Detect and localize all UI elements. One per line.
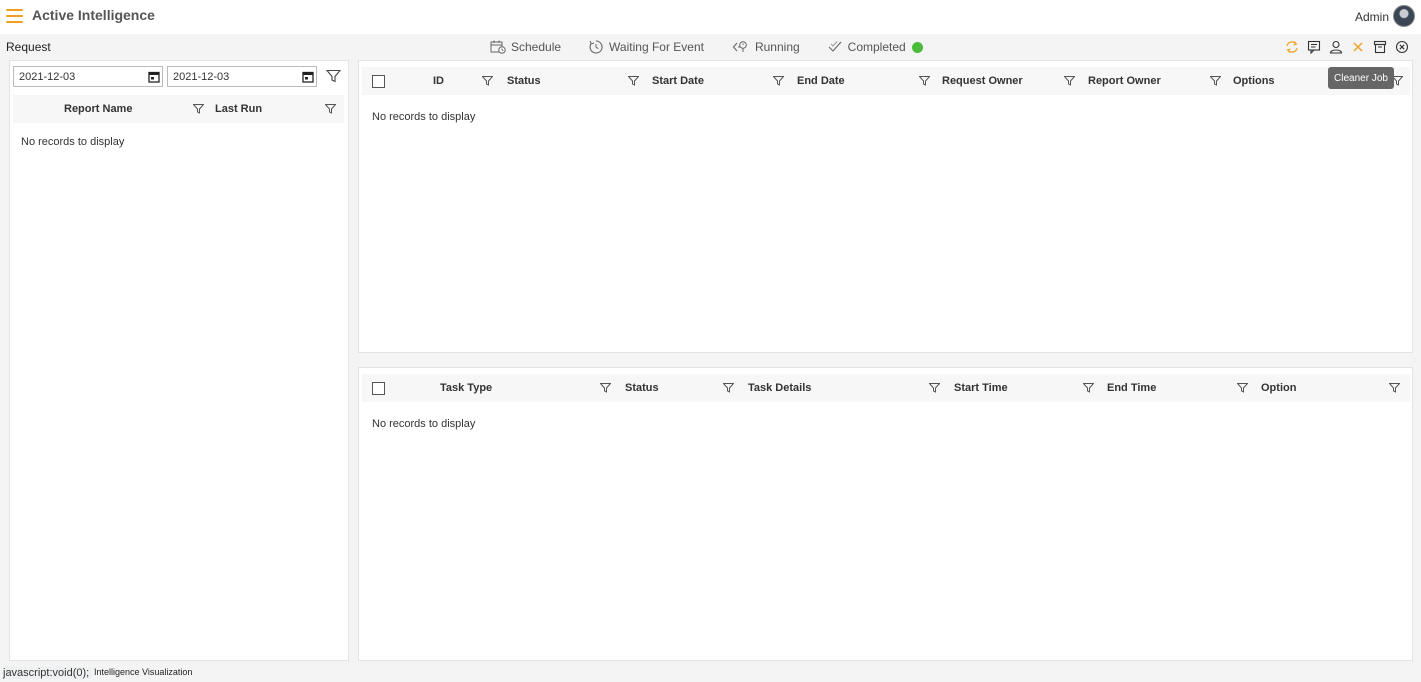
avatar[interactable] <box>1393 5 1415 27</box>
calendar-icon[interactable] <box>302 71 314 83</box>
circle-close-icon[interactable] <box>1391 39 1413 55</box>
request-grid-panel: ID Status Start Date End Date Request Ow… <box>358 60 1413 353</box>
select-all-checkbox[interactable] <box>372 382 385 395</box>
column-header-status[interactable]: Status <box>625 382 659 394</box>
tab-schedule-label: Schedule <box>511 40 562 54</box>
empty-message: No records to display <box>372 418 476 430</box>
check-icon <box>828 41 842 52</box>
column-header-id[interactable]: ID <box>433 75 444 87</box>
column-header-options[interactable]: Options <box>1233 75 1275 87</box>
select-all-checkbox[interactable] <box>372 75 385 88</box>
filter-icon[interactable] <box>326 69 341 83</box>
column-filter-icon[interactable] <box>723 383 734 393</box>
column-header-status[interactable]: Status <box>507 75 541 87</box>
column-filter-icon[interactable] <box>628 76 639 86</box>
column-header-start-date[interactable]: Start Date <box>652 75 704 87</box>
tab-running-label: Running <box>754 40 800 54</box>
running-icon <box>732 41 747 52</box>
user-icon[interactable] <box>1325 39 1347 55</box>
empty-message: No records to display <box>21 136 125 148</box>
archive-icon[interactable] <box>1369 39 1391 55</box>
status-url: javascript:void(0); <box>3 667 93 679</box>
app-title: Active Intelligence <box>32 7 155 23</box>
column-filter-icon[interactable] <box>929 383 940 393</box>
column-header-request-owner[interactable]: Request Owner <box>942 75 1023 87</box>
column-filter-icon[interactable] <box>600 383 611 393</box>
column-filter-icon[interactable] <box>1210 76 1221 86</box>
column-header-last-run[interactable]: Last Run <box>215 103 262 115</box>
column-filter-icon[interactable] <box>1389 383 1400 393</box>
tab-waiting-label: Waiting For Event <box>609 40 704 54</box>
tab-waiting-for-event[interactable]: Waiting For Event <box>589 40 704 54</box>
app-window: Active Intelligence Admin Request Schedu… <box>0 0 1421 682</box>
tool-icons <box>1281 39 1413 55</box>
column-filter-icon[interactable] <box>325 104 336 114</box>
status-tabs: Schedule Waiting For Event Running Compl… <box>490 40 951 54</box>
column-header-option[interactable]: Option <box>1261 382 1296 394</box>
column-header-end-date[interactable]: End Date <box>797 75 845 87</box>
top-bar: Active Intelligence Admin <box>0 0 1421 34</box>
column-filter-icon[interactable] <box>919 76 930 86</box>
column-filter-icon[interactable] <box>1237 383 1248 393</box>
hamburger-menu-icon[interactable] <box>6 9 24 23</box>
tooltip-cleaner-job: Cleaner Job <box>1328 67 1394 89</box>
column-header-task-type[interactable]: Task Type <box>440 382 492 394</box>
column-header-report-owner[interactable]: Report Owner <box>1088 75 1161 87</box>
close-icon[interactable] <box>1347 39 1369 55</box>
date-from-input[interactable] <box>13 66 163 87</box>
tab-running[interactable]: Running <box>732 40 800 54</box>
user-name[interactable]: Admin <box>1355 10 1389 24</box>
toolbar: Request Schedule Waiting For Event Runni… <box>0 35 1421 59</box>
message-icon[interactable] <box>1303 39 1325 55</box>
calendar-icon[interactable] <box>148 71 160 83</box>
status-app-name: Intelligence Visualization <box>94 667 193 677</box>
calendar-clock-icon <box>490 40 506 54</box>
tab-completed-label: Completed <box>847 40 906 54</box>
column-header-report-name[interactable]: Report Name <box>64 103 132 115</box>
column-header-end-time[interactable]: End Time <box>1107 382 1156 394</box>
column-filter-icon[interactable] <box>482 76 493 86</box>
column-filter-icon[interactable] <box>1083 383 1094 393</box>
task-grid-header: Task Type Status Task Details Start Time… <box>362 374 1410 402</box>
refresh-icon[interactable] <box>1281 39 1303 55</box>
tab-schedule[interactable]: Schedule <box>490 40 561 54</box>
report-panel: Report Name Last Run No records to displ… <box>9 60 349 661</box>
column-filter-icon[interactable] <box>193 104 204 114</box>
report-grid-header: Report Name Last Run <box>13 95 344 123</box>
column-header-task-details[interactable]: Task Details <box>748 382 811 394</box>
section-title: Request <box>6 40 51 54</box>
tab-completed[interactable]: Completed <box>828 40 923 54</box>
clock-icon <box>589 40 603 54</box>
column-filter-icon[interactable] <box>1064 76 1075 86</box>
empty-message: No records to display <box>372 111 476 123</box>
column-filter-icon[interactable] <box>773 76 784 86</box>
date-to-input[interactable] <box>167 66 317 87</box>
request-grid-header: ID Status Start Date End Date Request Ow… <box>362 67 1410 95</box>
date-filter-row <box>13 66 343 88</box>
column-header-start-time[interactable]: Start Time <box>954 382 1008 394</box>
task-grid-panel: Task Type Status Task Details Start Time… <box>358 367 1413 661</box>
status-bar: javascript:void(0); Intelligence Visuali… <box>0 663 1421 682</box>
completed-status-dot <box>911 41 923 53</box>
